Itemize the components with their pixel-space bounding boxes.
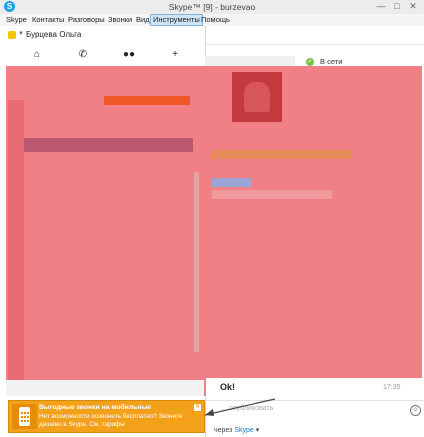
nav-toolbar: ⌂ ✆ ●● + [0, 44, 205, 66]
close-button[interactable]: ✕ [406, 1, 420, 12]
chevron-down-icon[interactable]: ▼ [18, 31, 24, 37]
profile-bar[interactable]: ▼ Бурцева Ольга [0, 26, 205, 45]
redacted-strip [212, 178, 252, 187]
menu-skype[interactable]: Skype [4, 15, 29, 25]
via-prefix: через [214, 427, 233, 434]
emoticon-icon[interactable]: ☺ [410, 405, 421, 416]
redacted-area [6, 66, 422, 396]
redacted-strip [212, 190, 332, 199]
promo-title[interactable]: Выгодные звонки на мобильные [39, 404, 151, 411]
add-contact-icon[interactable]: + [168, 49, 182, 61]
redacted-strip [8, 100, 24, 380]
contact-avatar [232, 72, 282, 122]
scrollbar[interactable] [194, 172, 199, 352]
last-message: Ok! [220, 382, 236, 392]
promo-notification[interactable]: Выгодные звонки на мобильные Нет возможн… [8, 400, 205, 433]
message-time: 17:35 [383, 384, 401, 391]
menu-tools[interactable]: Инструменты [150, 14, 203, 26]
online-status-icon: ✓ [306, 58, 314, 66]
menu-help[interactable]: Помощь [199, 15, 232, 25]
list-item[interactable] [6, 380, 204, 396]
title-bar: S Skype™ [9] - burzevao — □ ✕ [0, 0, 424, 15]
promo-text[interactable]: Нет возможности позвонить бесплатно? Зво… [39, 413, 199, 429]
selected-contact-row[interactable] [10, 138, 193, 152]
redacted-strip [212, 150, 352, 159]
chat-header-bar [206, 26, 424, 45]
minimize-button[interactable]: — [374, 1, 388, 12]
via-skype-link[interactable]: Skype [234, 427, 253, 434]
phone-promo-icon [12, 404, 37, 429]
phone-icon[interactable]: ✆ [76, 49, 90, 61]
add-contact-bar [205, 56, 295, 66]
menu-conversations[interactable]: Разговоры [66, 15, 107, 25]
window-title: Skype™ [9] - burzevao [168, 2, 256, 12]
home-icon[interactable]: ⌂ [30, 49, 44, 61]
menu-contacts[interactable]: Контакты [30, 15, 66, 25]
close-icon[interactable]: ✕ [194, 404, 201, 411]
maximize-button[interactable]: □ [390, 1, 404, 12]
menu-calls[interactable]: Звонки [106, 15, 134, 25]
chevron-down-icon[interactable]: ▾ [256, 427, 260, 434]
online-status-label: В сети [320, 57, 343, 66]
send-via: через Skype ▾ [214, 426, 259, 434]
callout-arrow-icon [205, 398, 276, 416]
profile-name[interactable]: Бурцева Ольга [26, 30, 81, 39]
redacted-strip [104, 96, 190, 105]
status-icon[interactable] [8, 31, 16, 39]
contacts-icon[interactable]: ●● [122, 49, 136, 61]
menu-view[interactable]: Вид [134, 15, 152, 25]
